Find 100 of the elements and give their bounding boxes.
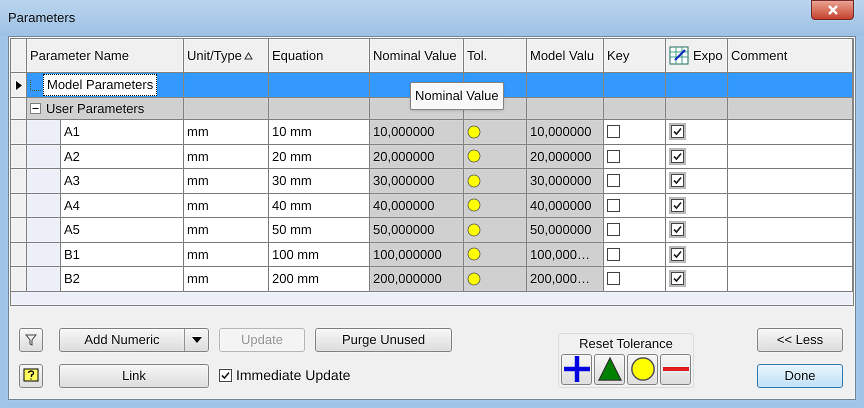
tree-indent <box>27 267 61 292</box>
table-cell: 40,000000 <box>370 194 464 218</box>
table-cell: mm <box>184 194 269 218</box>
checkbox[interactable] <box>607 174 620 188</box>
done-button[interactable]: Done <box>757 364 843 388</box>
checkbox[interactable] <box>671 248 684 261</box>
circle-icon <box>467 198 481 212</box>
collapse-icon[interactable] <box>30 103 41 114</box>
table-cell: 100,000000 <box>370 242 464 267</box>
table-cell: mm <box>184 218 269 242</box>
current-row-icon <box>16 80 22 90</box>
tolerance-button[interactable] <box>561 354 592 385</box>
circle-icon <box>467 272 481 286</box>
column-header[interactable]: Parameter Name <box>27 39 184 73</box>
tree-indent <box>27 144 61 169</box>
circle-icon <box>467 222 481 237</box>
table-cell: 30,000000 <box>370 169 464 194</box>
table-cell: mm <box>184 120 269 144</box>
tooltip: Nominal Value <box>410 82 504 110</box>
table-cell: B1 <box>61 242 184 267</box>
checkbox[interactable] <box>671 198 684 212</box>
purge-unused-button[interactable]: Purge Unused <box>315 328 452 352</box>
table-cell: A1 <box>61 120 184 144</box>
tree-indent <box>27 169 61 194</box>
window-title: Parameters <box>8 9 76 27</box>
checkbox[interactable] <box>607 125 620 138</box>
table-cell: A2 <box>61 144 184 169</box>
less-button[interactable]: << Less <box>757 328 843 352</box>
tree-indent <box>27 120 61 144</box>
table-cell: 10,000000 <box>370 120 464 144</box>
filter-button[interactable] <box>19 328 43 352</box>
checkbox[interactable] <box>671 150 684 163</box>
table-cell: A3 <box>61 169 184 194</box>
table-cell: 200,000000 <box>370 267 464 292</box>
row-header[interactable] <box>11 73 27 98</box>
circle-icon <box>467 149 481 164</box>
tree-indent <box>27 218 61 242</box>
table-cell: 20,000000 <box>370 144 464 169</box>
column-header[interactable]: Tol. <box>464 39 527 73</box>
column-header[interactable]: Expo <box>666 39 728 73</box>
table-cell: 100 mm <box>269 242 370 267</box>
triangle-icon <box>596 356 622 382</box>
minus-icon <box>662 367 688 372</box>
checkbox[interactable] <box>671 223 684 236</box>
column-header[interactable]: Model Valu <box>527 39 604 73</box>
table-cell: 20,000000 <box>527 144 604 169</box>
circle-icon <box>467 174 481 188</box>
table-cell: 100,000… <box>527 242 604 267</box>
table-cell: 20 mm <box>269 144 370 169</box>
checkbox[interactable] <box>671 125 684 138</box>
table-cell: 50,000000 <box>527 218 604 242</box>
table-cell: B2 <box>61 267 184 292</box>
circle-icon <box>630 356 656 382</box>
link-button[interactable]: Link <box>59 364 209 388</box>
tree-indent <box>27 194 61 218</box>
close-button[interactable] <box>811 0 854 20</box>
checkbox-label: Immediate Update <box>236 366 350 385</box>
circle-icon <box>467 247 481 262</box>
checkbox[interactable] <box>671 272 684 286</box>
table-cell: 40 mm <box>269 194 370 218</box>
table-cell: mm <box>184 144 269 169</box>
checkbox[interactable] <box>607 198 620 212</box>
table-cell: A5 <box>61 218 184 242</box>
table-cell: 200 mm <box>269 267 370 292</box>
column-header[interactable]: Equation <box>269 39 370 73</box>
column-header[interactable]: Unit/Type <box>184 39 269 73</box>
circle-icon <box>467 124 481 139</box>
checkbox[interactable] <box>607 150 620 163</box>
checkbox[interactable] <box>607 248 620 261</box>
checkbox[interactable] <box>607 272 620 286</box>
table-cell: 40,000000 <box>527 194 604 218</box>
tolerance-button[interactable] <box>627 354 658 385</box>
column-header[interactable]: Nominal Value <box>370 39 464 73</box>
checkbox[interactable] <box>607 223 620 236</box>
checkbox[interactable] <box>219 369 232 382</box>
table-cell: 50 mm <box>269 218 370 242</box>
group-label: Model Parameters <box>43 74 158 96</box>
table-cell: 10 mm <box>269 120 370 144</box>
table-cell: 50,000000 <box>370 218 464 242</box>
table-cell: 10,000000 <box>527 120 604 144</box>
table-cell: A4 <box>61 194 184 218</box>
plus-icon <box>564 356 590 382</box>
column-header[interactable]: Key <box>604 39 666 73</box>
table-cell: mm <box>184 169 269 194</box>
table-cell: 30,000000 <box>527 169 604 194</box>
tree-indent <box>27 242 61 267</box>
filter-icon <box>25 334 37 346</box>
table-cell: 30 mm <box>269 169 370 194</box>
tolerance-button[interactable] <box>594 354 625 385</box>
help-icon <box>23 368 39 384</box>
column-header[interactable]: Comment <box>728 39 853 73</box>
table-cell: mm <box>184 267 269 292</box>
table-cell: mm <box>184 242 269 267</box>
group-label: User Parameters <box>45 100 146 118</box>
table-cell: 200,000… <box>527 267 604 292</box>
checkbox[interactable] <box>671 174 684 188</box>
help-button[interactable] <box>19 364 43 388</box>
group-label: Reset Tolerance <box>579 335 673 354</box>
add-numeric-button[interactable]: Add Numeric <box>59 328 209 352</box>
close-icon <box>826 5 838 15</box>
